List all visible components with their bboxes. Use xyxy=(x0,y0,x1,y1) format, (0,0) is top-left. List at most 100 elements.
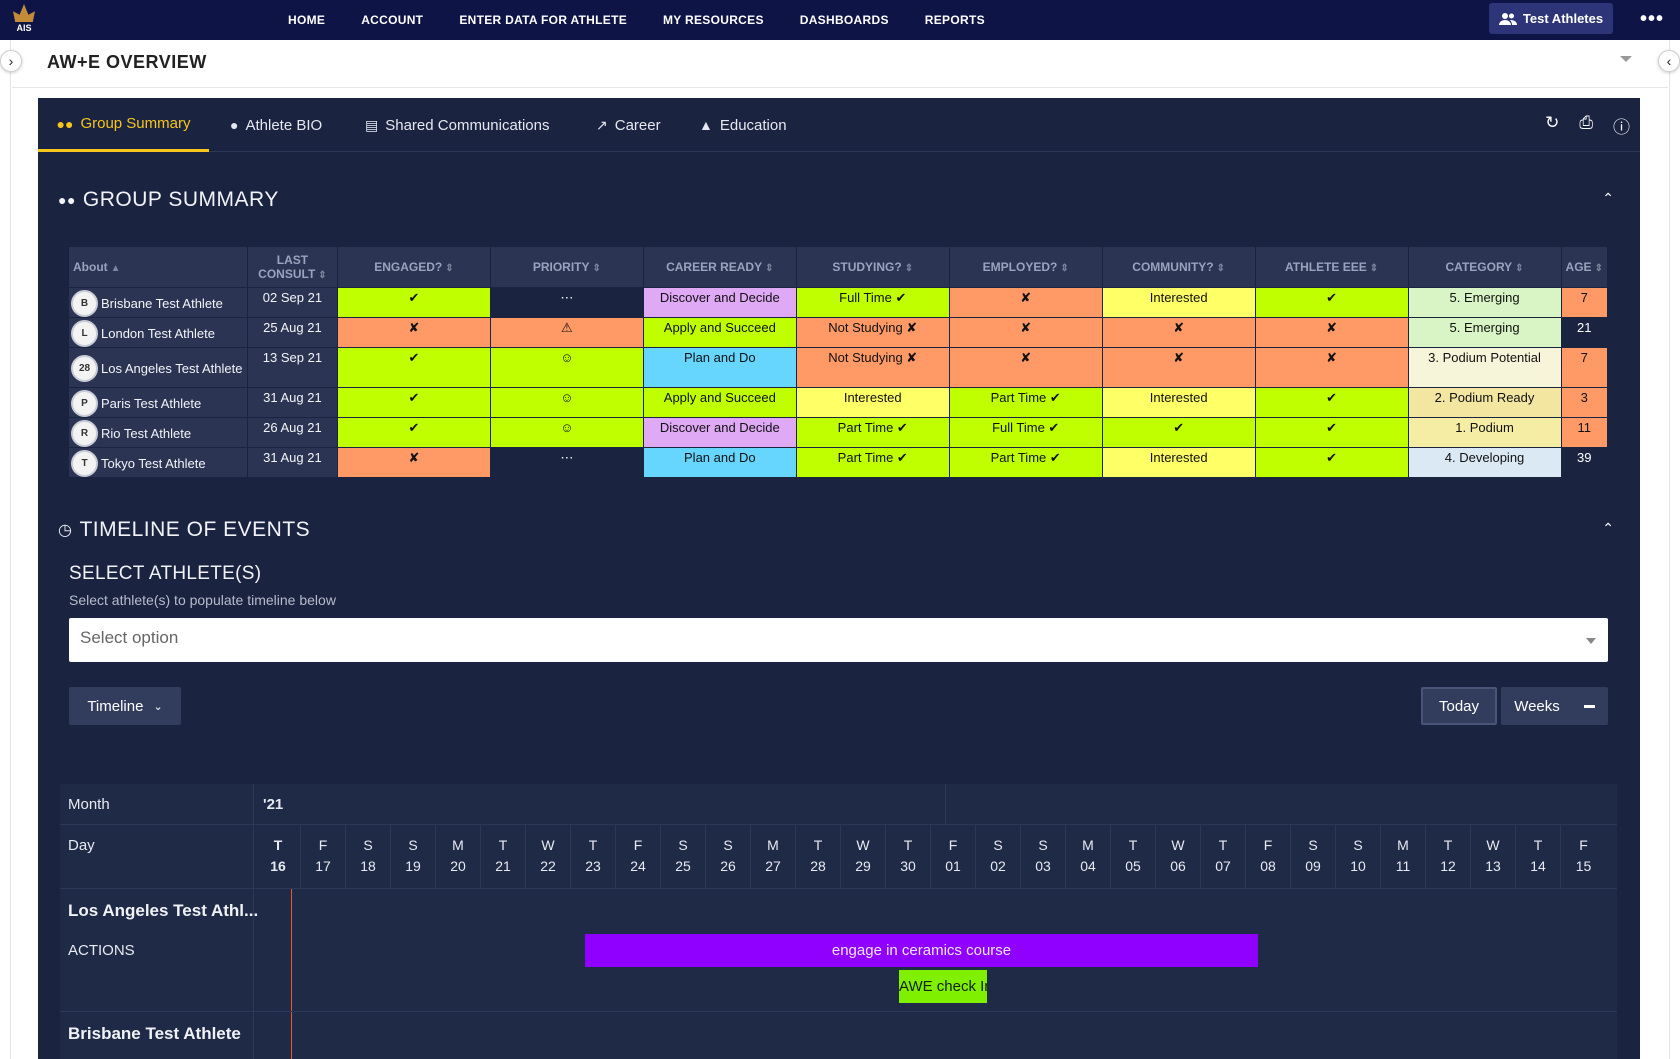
day-weekday: T xyxy=(813,837,823,853)
nav-dashboards[interactable]: DASHBOARDS xyxy=(782,0,907,40)
nav-my-resources[interactable]: MY RESOURCES xyxy=(645,0,782,40)
day-weekday: F xyxy=(948,837,958,853)
last-consult-cell: 31 Aug 21 xyxy=(247,448,337,477)
athlete-name-cell[interactable]: T Tokyo Test Athlete xyxy=(69,448,247,477)
chevron-down-icon: ⌄ xyxy=(153,700,163,713)
tab-shared-communications[interactable]: ▤ Shared Communications xyxy=(365,98,549,152)
month-label: Month xyxy=(68,796,110,813)
graduation-cap-icon: ▲ xyxy=(699,117,713,133)
day-number: 20 xyxy=(450,858,466,874)
top-nav: AIS HOME ACCOUNT ENTER DATA FOR ATHLETE … xyxy=(0,0,1680,40)
studying-cell: Full Time ✔ xyxy=(796,288,949,317)
athlete-name-cell[interactable]: B Brisbane Test Athlete xyxy=(69,288,247,317)
nav-enter-data[interactable]: ENTER DATA FOR ATHLETE xyxy=(441,0,645,40)
timeline-view-button[interactable]: Timeline ⌄ xyxy=(69,687,181,725)
day-column: W 22 xyxy=(526,825,571,889)
col-category[interactable]: CATEGORY ⇕ xyxy=(1408,247,1561,287)
table-row[interactable]: P Paris Test Athlete 31 Aug 21 ✔ ☺ Apply … xyxy=(69,388,1607,417)
team-selector-label: Test Athletes xyxy=(1522,11,1604,26)
table-row[interactable]: R Rio Test Athlete 26 Aug 21 ✔ ☺ Discover… xyxy=(69,418,1607,447)
day-column: T 16 xyxy=(256,825,301,889)
avatar: 28 xyxy=(71,355,98,382)
tab-education[interactable]: ▲ Education xyxy=(699,98,787,152)
timeline-athlete-name[interactable]: Brisbane Test Athlete xyxy=(68,1024,241,1044)
collapse-timeline-icon[interactable]: ⌃ xyxy=(1602,520,1614,537)
month-divider xyxy=(945,784,946,825)
athlete-name-cell[interactable]: 28 Los Angeles Test Athlete xyxy=(69,348,247,387)
table-row[interactable]: L London Test Athlete 25 Aug 21 ✘ ⚠ Apply… xyxy=(69,318,1607,347)
day-column: M 27 xyxy=(751,825,796,889)
col-about[interactable]: About ▲ xyxy=(69,247,247,287)
category-cell: 1. Podium xyxy=(1408,418,1561,447)
table-row[interactable]: 28 Los Angeles Test Athlete 13 Sep 21 ✔ ☺… xyxy=(69,348,1607,387)
col-athlete-eee[interactable]: ATHLETE EEE ⇕ xyxy=(1255,247,1408,287)
age-cell: 21 xyxy=(1561,318,1607,347)
day-weekday: W xyxy=(1171,837,1185,853)
collapse-group-summary-icon[interactable]: ⌃ xyxy=(1602,190,1614,207)
refresh-icon[interactable]: ↻ xyxy=(1545,113,1559,138)
employed-cell: ✘ xyxy=(949,318,1102,347)
nav-home[interactable]: HOME xyxy=(270,0,343,40)
tab-group-summary[interactable]: ●● Group Summary xyxy=(38,98,209,152)
day-column: S 25 xyxy=(661,825,706,889)
day-weekday: T xyxy=(273,837,283,853)
day-number: 03 xyxy=(1035,858,1051,874)
priority-cell: ⚠ xyxy=(490,318,643,347)
studying-cell: Not Studying ✘ xyxy=(796,318,949,347)
priority-cell: ☺ xyxy=(490,388,643,417)
athlete-name-cell[interactable]: P Paris Test Athlete xyxy=(69,388,247,417)
table-row[interactable]: T Tokyo Test Athlete 31 Aug 21 ✘ ⋯ Plan a… xyxy=(69,448,1607,477)
col-priority[interactable]: PRIORITY ⇕ xyxy=(490,247,643,287)
nav-reports[interactable]: REPORTS xyxy=(907,0,1003,40)
info-icon[interactable]: ⓘ xyxy=(1613,113,1630,138)
group-summary-heading: ●● GROUP SUMMARY xyxy=(58,188,279,211)
timeline-athlete-name[interactable]: Los Angeles Test Athl... xyxy=(68,901,258,921)
weeks-button[interactable]: Weeks xyxy=(1501,687,1608,725)
page-title: AW+E OVERVIEW xyxy=(47,52,207,72)
expand-left-panel-button[interactable]: › xyxy=(0,50,22,72)
day-number: 05 xyxy=(1125,858,1141,874)
studying-cell: Interested xyxy=(796,388,949,417)
day-column: M 11 xyxy=(1381,825,1426,889)
print-icon[interactable]: ⎙ xyxy=(1579,113,1593,138)
team-selector-button[interactable]: Test Athletes xyxy=(1489,3,1613,34)
timeline-label-column xyxy=(60,784,254,1059)
timeline-event-bar[interactable]: AWE check Ir xyxy=(899,970,987,1003)
day-weekday: M xyxy=(767,837,779,853)
day-weekday: S xyxy=(993,837,1003,853)
col-community[interactable]: COMMUNITY? ⇕ xyxy=(1102,247,1255,287)
nav-account[interactable]: ACCOUNT xyxy=(343,0,441,40)
day-weekday: M xyxy=(1082,837,1094,853)
col-studying[interactable]: STUDYING? ⇕ xyxy=(796,247,949,287)
expand-right-panel-button[interactable]: ‹ xyxy=(1658,50,1680,72)
priority-cell: ⋯ xyxy=(490,448,643,477)
athlete-select-input[interactable]: Select option xyxy=(69,618,1608,662)
day-column: T 05 xyxy=(1111,825,1156,889)
col-career-ready[interactable]: CAREER READY ⇕ xyxy=(643,247,796,287)
athlete-name-cell[interactable]: L London Test Athlete xyxy=(69,318,247,347)
age-cell: 11 xyxy=(1561,418,1607,447)
col-last-consult[interactable]: LAST CONSULT ⇕ xyxy=(247,247,337,287)
col-employed[interactable]: EMPLOYED? ⇕ xyxy=(949,247,1102,287)
row-divider xyxy=(60,1011,1617,1012)
collapse-caret-icon[interactable] xyxy=(1620,56,1632,62)
more-menu-button[interactable]: ••• xyxy=(1640,8,1664,31)
col-age[interactable]: AGE ⇕ xyxy=(1561,247,1607,287)
day-column: T 30 xyxy=(886,825,931,889)
day-number: 13 xyxy=(1485,858,1501,874)
avatar: T xyxy=(71,450,98,477)
tab-athlete-bio[interactable]: ● Athlete BIO xyxy=(230,98,322,152)
select-athletes-title: SELECT ATHLETE(S) xyxy=(69,563,262,584)
day-number: 21 xyxy=(495,858,511,874)
col-engaged[interactable]: ENGAGED? ⇕ xyxy=(337,247,490,287)
today-button[interactable]: Today xyxy=(1421,687,1497,725)
employed-cell: Full Time ✔ xyxy=(949,418,1102,447)
table-row[interactable]: B Brisbane Test Athlete 02 Sep 21 ✔ ⋯ Dis… xyxy=(69,288,1607,317)
athlete-name-cell[interactable]: R Rio Test Athlete xyxy=(69,418,247,447)
timeline-month-row xyxy=(60,784,1617,825)
day-weekday: S xyxy=(363,837,373,853)
age-cell: 3 xyxy=(1561,388,1607,417)
tab-career[interactable]: ↗ Career xyxy=(596,98,661,152)
ais-logo[interactable]: AIS xyxy=(10,4,38,36)
timeline-event-bar[interactable]: engage in ceramics course xyxy=(585,934,1258,967)
